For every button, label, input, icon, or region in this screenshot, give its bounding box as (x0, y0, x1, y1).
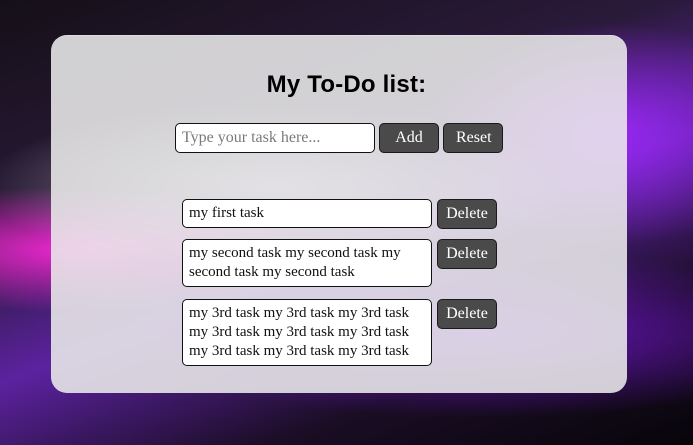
task-input[interactable] (175, 123, 375, 153)
task-text: my first task (182, 199, 432, 228)
add-task-row: Add Reset (175, 123, 503, 153)
reset-button[interactable]: Reset (443, 123, 503, 153)
task-text: my second task my second task my second … (182, 239, 432, 287)
list-item: my 3rd task my 3rd task my 3rd task my 3… (182, 299, 512, 366)
list-item: my second task my second task my second … (182, 239, 512, 287)
task-text: my 3rd task my 3rd task my 3rd task my 3… (182, 299, 432, 366)
add-button[interactable]: Add (379, 123, 439, 153)
delete-button[interactable]: Delete (437, 239, 497, 269)
delete-button[interactable]: Delete (437, 199, 497, 229)
page-title: My To-Do list: (266, 71, 427, 99)
delete-button[interactable]: Delete (437, 299, 497, 329)
list-item: my first task Delete (182, 199, 512, 229)
